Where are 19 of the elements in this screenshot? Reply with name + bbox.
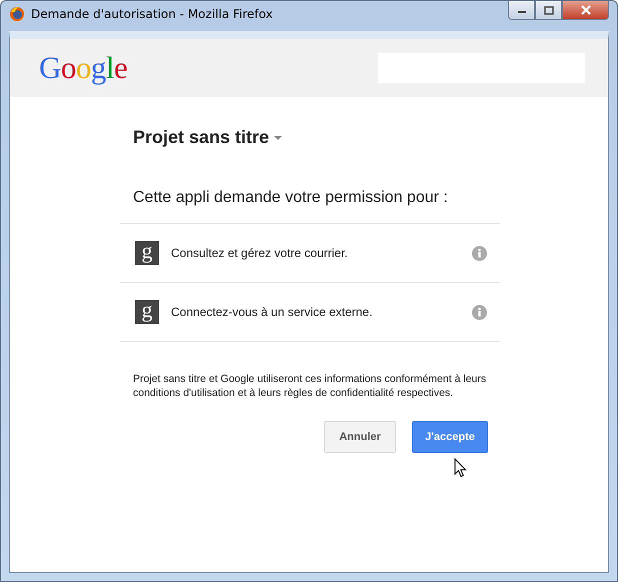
project-name[interactable]: Projet sans titre — [133, 127, 270, 148]
app-icon: g — [135, 241, 159, 265]
caret-icon[interactable] — [274, 136, 282, 141]
close-button[interactable] — [562, 1, 609, 20]
permission-prompt: Cette appli demande votre permission pour : — [120, 189, 500, 224]
maximize-button[interactable] — [535, 1, 562, 20]
accept-button[interactable]: J'accepte — [412, 421, 488, 453]
cancel-button[interactable]: Annuler — [324, 421, 396, 453]
maximize-icon[interactable] — [544, 6, 554, 14]
window-title: Demande d'autorisation - Mozilla Firefox — [31, 7, 273, 21]
browser-logo-icon — [9, 6, 25, 22]
logo: Google — [39, 50, 128, 86]
cursor-icon — [454, 458, 467, 478]
close-icon[interactable] — [580, 5, 592, 15]
permission-text: Connectez-vous à un service externe. — [171, 305, 372, 319]
minimize-button[interactable] — [508, 1, 535, 20]
legal-notice: Projet sans titre et Google utiliseront ces informations conformément à leurs conditions d'utilisation et à leurs règles de confidentialité respectives. — [132, 372, 488, 400]
app-icon: g — [135, 300, 159, 324]
permission-text: Consultez et gérez votre courrier. — [171, 246, 348, 260]
